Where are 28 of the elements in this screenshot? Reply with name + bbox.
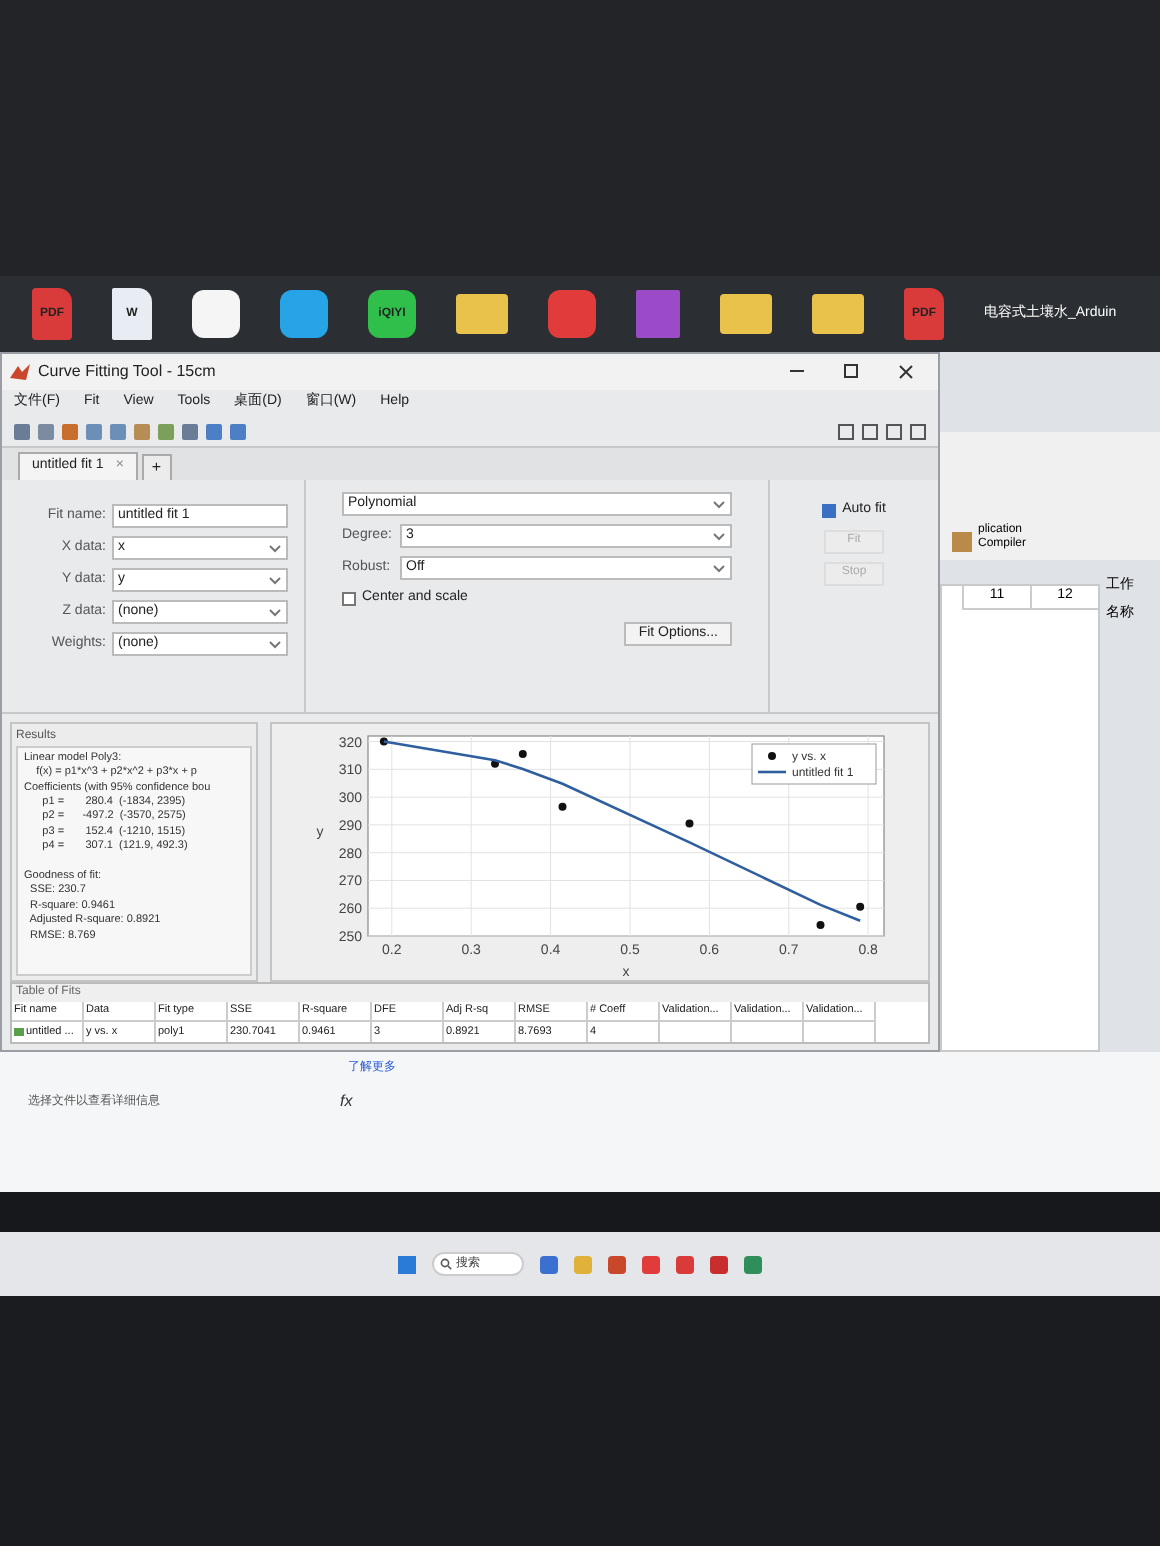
data-point [491, 759, 499, 768]
data-point [558, 802, 567, 811]
dropdown-caret-icon [712, 499, 726, 510]
app-icon[interactable] [192, 290, 240, 338]
dropdown-caret-icon [268, 575, 282, 586]
new-tab-button[interactable]: + [141, 454, 172, 481]
data-point [685, 819, 694, 828]
window-title: Curve Fitting Tool - 15cm [38, 359, 216, 384]
dropdown-caret-icon [268, 607, 282, 618]
command-prompt: fx [340, 1090, 353, 1114]
data-point [856, 902, 865, 911]
legend-marker [768, 751, 776, 760]
dropdown-caret-icon [268, 639, 282, 650]
legend-box [751, 743, 877, 785]
maximize-icon[interactable] [844, 364, 858, 379]
data-point [518, 749, 527, 758]
dropdown-caret-icon [712, 531, 726, 542]
app-logo-icon [10, 361, 30, 382]
dropdown-caret-icon [268, 543, 282, 554]
close-icon[interactable] [898, 363, 914, 380]
start-icon[interactable] [398, 1255, 416, 1273]
data-point [379, 737, 388, 746]
search-icon [440, 1258, 452, 1270]
dropdown-caret-icon [712, 563, 726, 574]
minimize-icon[interactable] [790, 370, 804, 373]
legend-line [758, 770, 786, 773]
data-point [816, 920, 825, 929]
fit-status-icon [14, 1028, 24, 1037]
